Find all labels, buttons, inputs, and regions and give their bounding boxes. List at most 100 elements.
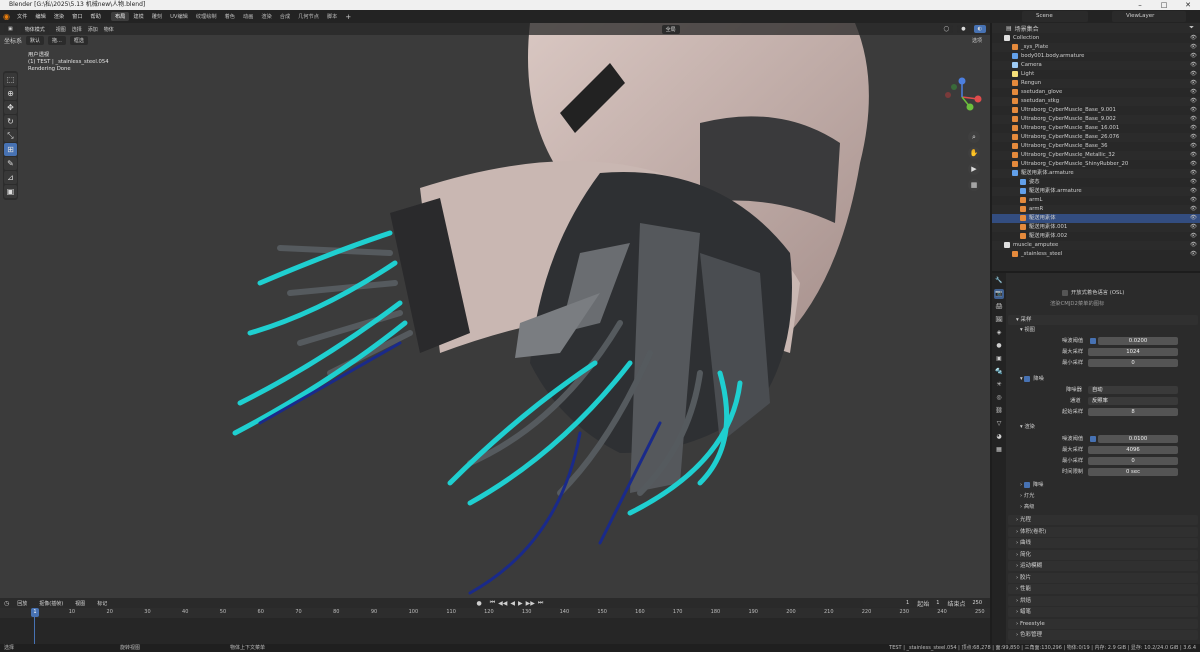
outliner-row[interactable]: Ultraborg_CyberMuscle_Base_9.001 👁 xyxy=(992,106,1200,115)
r-denoise-subsection[interactable]: › 降噪 xyxy=(1020,481,1043,490)
play-reverse-icon[interactable]: ◀ xyxy=(510,600,515,607)
visibility-eye-icon[interactable]: 👁 xyxy=(1190,250,1197,259)
workspace-tab-1[interactable]: 建模 xyxy=(129,12,147,21)
blender-logo-icon[interactable]: ◉ xyxy=(3,12,10,21)
close-icon[interactable]: ✕ xyxy=(1176,0,1200,10)
menu-item-4[interactable]: 帮助 xyxy=(87,13,105,20)
viewport-subsection[interactable]: ▾ 视图 xyxy=(1020,326,1035,335)
menu-item-1[interactable]: 编辑 xyxy=(31,13,49,20)
timeline-menu-item-0[interactable]: 回放 xyxy=(13,599,31,608)
properties-section[interactable]: › 光程 xyxy=(1008,515,1198,525)
zoom-icon[interactable]: ⌕ xyxy=(968,131,980,143)
outliner-row[interactable]: Ultraborg_CyberMuscle_ShinyRubber_20 👁 xyxy=(992,160,1200,169)
end-frame-field[interactable]: 250 xyxy=(968,599,986,607)
maximize-icon[interactable]: □ xyxy=(1152,0,1176,10)
viewport-menu-item-1[interactable]: 选择 xyxy=(69,26,85,33)
visibility-eye-icon[interactable]: 👁 xyxy=(1190,196,1197,205)
3d-viewport[interactable]: ▣ 物体模式 视图 选择 添加 物体 全局 ◯ ● ◐ 坐标系 默认 拖... 框选 … xyxy=(0,23,990,598)
outliner-row[interactable]: ssetudan_glove 👁 xyxy=(992,88,1200,97)
scene-selector[interactable]: Scene xyxy=(1022,11,1088,22)
outliner-row[interactable]: 駆送用素体 👁 xyxy=(992,214,1200,223)
jump-end-icon[interactable]: ⏭ xyxy=(538,599,543,607)
object-tab-icon[interactable]: ▣ xyxy=(994,354,1004,364)
advanced-subsection[interactable]: › 高级 xyxy=(1020,503,1034,512)
annotate-tool-icon[interactable]: ✎ xyxy=(4,157,17,170)
workspace-tab-5[interactable]: 着色 xyxy=(221,12,239,21)
r-max-samples-field[interactable]: 4096 xyxy=(1088,446,1178,454)
visibility-eye-icon[interactable]: 👁 xyxy=(1190,34,1197,43)
filter-icon[interactable]: ⏷ xyxy=(1189,24,1194,32)
outliner-row[interactable]: muscle_amputee 👁 xyxy=(992,241,1200,250)
visibility-eye-icon[interactable]: 👁 xyxy=(1190,178,1197,187)
shading-rendered-button[interactable]: ◐ xyxy=(973,25,986,33)
timeline-menu-item-3[interactable]: 标记 xyxy=(93,599,111,608)
visibility-eye-icon[interactable]: 👁 xyxy=(1190,151,1197,160)
shading-solid-button[interactable]: ● xyxy=(957,25,970,33)
vp-noise-threshold-checkbox[interactable] xyxy=(1090,338,1096,344)
timeline-editor[interactable]: ◷ 回放 抠像(插帧) 视图 标记 ● ⏮ ◀◀ ◀ ▶ ▶▶ ⏭ 1 起始 1 结束… xyxy=(0,598,990,644)
visibility-eye-icon[interactable]: 👁 xyxy=(1190,241,1197,250)
constraints-tab-icon[interactable]: ⛓ xyxy=(994,406,1004,416)
outliner-row[interactable]: armL 👁 xyxy=(992,196,1200,205)
visibility-eye-icon[interactable]: 👁 xyxy=(1190,97,1197,106)
sampling-section[interactable]: ▾ 采样 xyxy=(1008,315,1198,325)
outliner-row[interactable]: 駆送用素体.armature 👁 xyxy=(992,169,1200,178)
properties-section[interactable]: › 性能 xyxy=(1008,584,1198,594)
particles-tab-icon[interactable]: ✳ xyxy=(994,380,1004,390)
tool-tab-icon[interactable]: 🔧 xyxy=(994,276,1004,286)
viewport-menu-item-2[interactable]: 添加 xyxy=(85,26,101,33)
visibility-eye-icon[interactable]: 👁 xyxy=(1190,133,1197,142)
camera-view-icon[interactable]: ▶ xyxy=(968,163,980,175)
mode-dropdown[interactable]: 物体模式 xyxy=(20,24,49,34)
menu-item-3[interactable]: 窗口 xyxy=(68,13,86,20)
workspace-tab-0[interactable]: 布局 xyxy=(110,12,130,21)
scale-tool-icon[interactable]: ⤡ xyxy=(4,129,17,142)
workspace-tab-6[interactable]: 动画 xyxy=(239,12,257,21)
properties-section[interactable]: › 体积(卷积) xyxy=(1008,526,1198,537)
osl-checkbox-row[interactable]: 开放式着色语言 (OSL) xyxy=(1062,289,1124,298)
current-frame-field[interactable]: 1 xyxy=(863,599,914,607)
world-tab-icon[interactable]: ● xyxy=(994,341,1004,351)
visibility-eye-icon[interactable]: 👁 xyxy=(1190,43,1197,52)
r-noise-threshold-field[interactable]: 0.0100 xyxy=(1098,435,1178,443)
scene-tab-icon[interactable]: ◈ xyxy=(994,328,1004,338)
workspace-tab-4[interactable]: 纹理绘制 xyxy=(192,12,221,21)
add-cube-tool-icon[interactable]: ▣ xyxy=(4,185,17,198)
viewport-menu-item-0[interactable]: 视图 xyxy=(53,26,69,33)
orientation-dropdown[interactable]: 默认 xyxy=(26,36,45,45)
viewport-menu-item-3[interactable]: 物体 xyxy=(101,26,117,33)
render-tab-icon[interactable]: 📷 xyxy=(994,289,1004,299)
output-tab-icon[interactable]: 🖨 xyxy=(994,302,1004,312)
properties-panel[interactable]: 🔧 📷 🖨 🖼 ◈ ● ▣ 🔩 ✳ ◎ ⛓ ▽ ◕ ▦ 开放式着色语言 (OSL… xyxy=(992,273,1200,644)
minimize-icon[interactable]: – xyxy=(1128,0,1152,10)
visibility-eye-icon[interactable]: 👁 xyxy=(1190,214,1197,223)
visibility-eye-icon[interactable]: 👁 xyxy=(1190,142,1197,151)
workspace-tab-10[interactable]: 脚本 xyxy=(323,12,341,21)
outliner-row[interactable]: Rengun 👁 xyxy=(992,79,1200,88)
outliner-panel[interactable]: ▤ 场景集合 ⏷ Collection 👁 _sys_Plate 👁 body001.b… xyxy=(992,23,1200,271)
properties-section[interactable]: › 蜡笔 xyxy=(1008,607,1198,617)
outliner-row[interactable]: _stainless_steel 👁 xyxy=(992,250,1200,259)
visibility-eye-icon[interactable]: 👁 xyxy=(1190,169,1197,178)
vp-max-samples-field[interactable]: 1024 xyxy=(1088,348,1178,356)
data-tab-icon[interactable]: ▽ xyxy=(994,419,1004,429)
playhead[interactable]: 1 xyxy=(31,608,39,617)
visibility-eye-icon[interactable]: 👁 xyxy=(1190,106,1197,115)
visibility-eye-icon[interactable]: 👁 xyxy=(1190,88,1197,97)
properties-section[interactable]: › 烘焙 xyxy=(1008,595,1198,606)
shading-wireframe-button[interactable]: ◯ xyxy=(939,25,954,33)
navigation-gizmo[interactable] xyxy=(940,75,984,119)
next-key-icon[interactable]: ▶▶ xyxy=(526,600,535,607)
outliner-row[interactable]: 姿态 👁 xyxy=(992,178,1200,187)
time-limit-field[interactable]: 0 sec xyxy=(1088,468,1178,476)
outliner-row[interactable]: Ultraborg_CyberMuscle_Base_16.001 👁 xyxy=(992,124,1200,133)
clock-icon[interactable]: ◷ xyxy=(4,600,9,607)
lights-subsection[interactable]: › 灯光 xyxy=(1020,492,1034,501)
visibility-eye-icon[interactable]: 👁 xyxy=(1190,115,1197,124)
outliner-row[interactable]: Ultraborg_CyberMuscle_Metallic_32 👁 xyxy=(992,151,1200,160)
outliner-row[interactable]: Ultraborg_CyberMuscle_Base_26.076 👁 xyxy=(992,133,1200,142)
pan-hand-icon[interactable]: ✋ xyxy=(968,147,980,159)
properties-section[interactable]: › 曲线 xyxy=(1008,538,1198,548)
view-layer-tab-icon[interactable]: 🖼 xyxy=(994,315,1004,325)
osl-checkbox[interactable] xyxy=(1062,289,1068,296)
